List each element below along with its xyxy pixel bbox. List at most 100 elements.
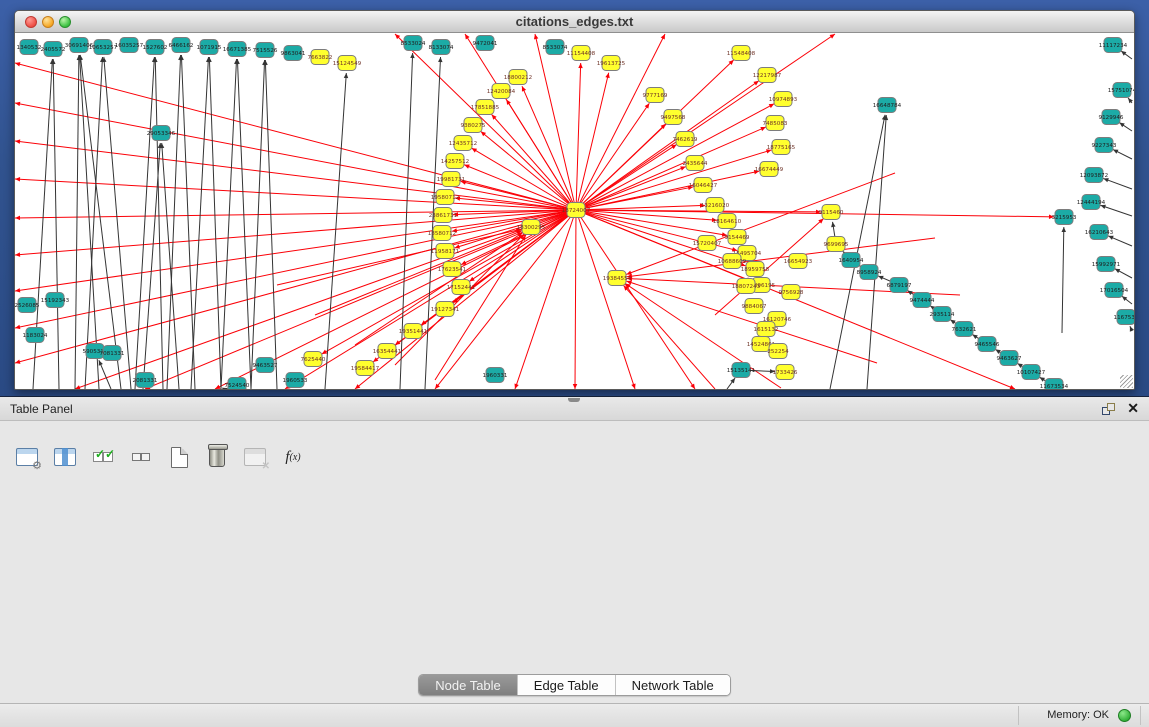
- network-node[interactable]: 18164610: [713, 214, 742, 229]
- function-builder-icon[interactable]: f(x): [280, 444, 306, 470]
- network-node[interactable]: 12444194: [1077, 195, 1106, 210]
- network-node[interactable]: 1071915: [197, 40, 222, 55]
- network-node[interactable]: 9884067: [742, 299, 767, 314]
- network-node[interactable]: 29053346: [147, 126, 176, 141]
- close-panel-icon[interactable]: ✕: [1127, 400, 1139, 417]
- table-panel-titlebar[interactable]: Table Panel ✕: [0, 397, 1149, 421]
- network-node[interactable]: 15192343: [41, 293, 70, 308]
- network-node[interactable]: 2405572: [41, 42, 66, 57]
- network-node[interactable]: 16035257: [115, 38, 144, 53]
- network-node[interactable]: 9463527: [253, 358, 278, 373]
- network-node[interactable]: 7462619: [673, 132, 698, 147]
- panel-divider-grip[interactable]: [568, 398, 580, 402]
- network-node[interactable]: 15135141: [727, 363, 756, 378]
- table-mode-icon[interactable]: ⚙: [14, 444, 40, 470]
- network-node[interactable]: 9227343: [1092, 138, 1117, 153]
- network-node[interactable]: 2526085: [15, 298, 40, 313]
- tab-node-table[interactable]: Node Table: [419, 675, 518, 695]
- delete-column-icon[interactable]: [204, 444, 230, 470]
- network-node[interactable]: 10653257: [89, 40, 118, 55]
- network-node[interactable]: 1960533: [283, 373, 308, 388]
- network-node[interactable]: 12217987: [753, 68, 782, 83]
- network-node[interactable]: 7524540: [225, 378, 250, 390]
- network-canvas[interactable]: 1340532240557230691406106532571603525715…: [15, 33, 1134, 389]
- tab-network-table[interactable]: Network Table: [616, 675, 730, 695]
- select-all-icon[interactable]: [90, 444, 116, 470]
- network-node[interactable]: 1640954: [839, 253, 864, 268]
- network-node[interactable]: 16354441: [373, 344, 402, 359]
- network-node[interactable]: 1167533: [1114, 310, 1134, 325]
- node-label: 2405572: [41, 47, 66, 53]
- network-node[interactable]: 9129946: [1099, 110, 1124, 125]
- network-node[interactable]: 2435644: [683, 156, 708, 171]
- network-node[interactable]: 9756928: [779, 285, 804, 300]
- network-node[interactable]: 17152441: [447, 280, 476, 295]
- network-node[interactable]: 16671385: [223, 42, 252, 57]
- network-window[interactable]: citations_edges.txt 13405322405572306914…: [14, 10, 1135, 390]
- network-node[interactable]: 7663822: [308, 50, 333, 65]
- network-node[interactable]: 16210643: [1085, 225, 1114, 240]
- network-node[interactable]: 11958171: [431, 244, 460, 259]
- network-node[interactable]: 6879197: [887, 278, 912, 293]
- network-node[interactable]: 9380275: [461, 118, 486, 133]
- network-node[interactable]: 15124549: [333, 56, 362, 71]
- network-node[interactable]: 1183024: [23, 328, 48, 343]
- network-node[interactable]: 7515526: [253, 43, 278, 58]
- network-node[interactable]: 9465546: [975, 337, 1000, 352]
- network-node[interactable]: 1340532: [17, 40, 42, 55]
- network-window-titlebar[interactable]: citations_edges.txt: [15, 11, 1134, 33]
- network-node[interactable]: 3215953: [1052, 210, 1077, 225]
- network-node[interactable]: 11548408: [727, 46, 756, 61]
- network-node[interactable]: 12435712: [449, 136, 477, 151]
- network-node[interactable]: 252254: [767, 344, 789, 359]
- network-node[interactable]: 16674449: [755, 162, 784, 177]
- network-node[interactable]: 2935114: [930, 307, 955, 322]
- network-node[interactable]: 9777169: [643, 88, 668, 103]
- network-node[interactable]: 13216020: [701, 198, 730, 213]
- node-label: 1527602: [143, 45, 168, 51]
- network-node[interactable]: 9497568: [661, 110, 686, 125]
- network-node[interactable]: 1527602: [143, 40, 168, 55]
- network-node[interactable]: 9154469: [725, 230, 750, 245]
- network-node[interactable]: 18800212: [504, 70, 532, 85]
- network-node[interactable]: 12093872: [1080, 168, 1108, 183]
- network-node[interactable]: 1615132: [754, 322, 779, 337]
- network-node[interactable]: 8958924: [857, 265, 882, 280]
- row-height-icon[interactable]: [128, 444, 154, 470]
- network-node[interactable]: 9863041: [281, 46, 306, 61]
- network-node[interactable]: 12420084: [487, 84, 516, 99]
- network-node[interactable]: 16046427: [689, 178, 718, 193]
- network-node[interactable]: 11154408: [567, 46, 596, 61]
- window-resize-grip[interactable]: [1120, 375, 1133, 388]
- tab-edge-table[interactable]: Edge Table: [518, 675, 616, 695]
- network-node[interactable]: 19613725: [597, 56, 626, 71]
- network-node[interactable]: 1733426: [773, 365, 798, 380]
- network-node[interactable]: 9699695: [824, 237, 849, 252]
- network-node[interactable]: 9474444: [910, 293, 935, 308]
- network-node[interactable]: 19384554: [603, 271, 632, 286]
- network-node[interactable]: 8533074: [543, 40, 568, 55]
- network-node[interactable]: 9115460: [819, 205, 844, 220]
- network-node[interactable]: 7081331: [100, 346, 125, 361]
- network-node[interactable]: 1960331: [483, 368, 508, 383]
- network-node[interactable]: 16654923: [784, 254, 813, 269]
- network-node[interactable]: 8533024: [401, 36, 426, 51]
- network-node[interactable]: 19584417: [351, 361, 380, 376]
- network-node[interactable]: 15751074: [1108, 83, 1134, 98]
- network-node[interactable]: 9463627: [997, 351, 1022, 366]
- network-node[interactable]: 11117234: [1099, 38, 1128, 53]
- network-node[interactable]: 7632621: [952, 322, 977, 337]
- network-node[interactable]: 7625440: [301, 352, 326, 367]
- network-node[interactable]: 16648784: [873, 98, 902, 113]
- network-node[interactable]: 18775165: [767, 140, 796, 155]
- network-node[interactable]: 9472041: [473, 36, 498, 51]
- network-node[interactable]: 14257512: [441, 154, 469, 169]
- show-column-icon[interactable]: [52, 444, 78, 470]
- float-panel-icon[interactable]: [1102, 403, 1115, 415]
- network-node[interactable]: 17016504: [1100, 283, 1129, 298]
- network-node[interactable]: 6466162: [169, 38, 194, 53]
- new-column-icon[interactable]: [166, 444, 192, 470]
- network-node[interactable]: 7485083: [763, 116, 788, 131]
- network-node[interactable]: 2081331: [133, 373, 158, 388]
- network-node[interactable]: 8133074: [429, 40, 454, 55]
